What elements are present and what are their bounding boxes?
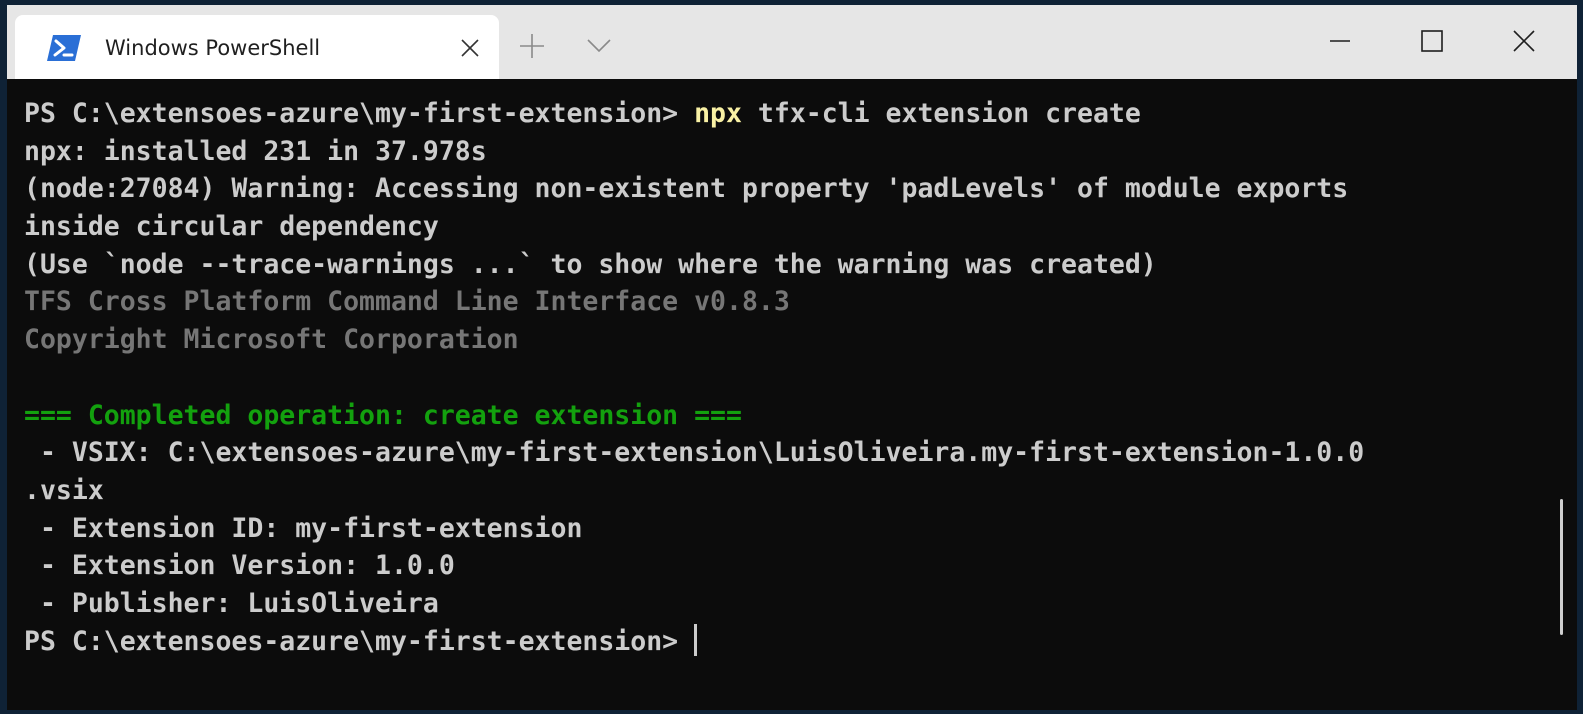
maximize-icon[interactable] bbox=[1410, 19, 1454, 63]
terminal-line: === Completed operation: create extensio… bbox=[24, 399, 742, 431]
terminal-line: (Use `node --trace-warnings ...` to show… bbox=[24, 248, 1157, 280]
terminal-line: .vsix bbox=[24, 474, 104, 506]
scrollbar[interactable] bbox=[1560, 499, 1563, 635]
command-name: npx bbox=[694, 98, 742, 129]
terminal-line: - VSIX: C:\extensoes-azure\my-first-exte… bbox=[24, 437, 1365, 469]
terminal-line: - Publisher: LuisOliveira bbox=[24, 587, 439, 619]
terminal-line: Copyright Microsoft Corporation bbox=[24, 324, 519, 356]
terminal-line: TFS Cross Platform Command Line Interfac… bbox=[24, 286, 790, 318]
chevron-down-icon[interactable] bbox=[585, 33, 613, 57]
tab-windows-powershell[interactable]: Windows PowerShell bbox=[15, 15, 499, 79]
terminal-text: PS C:\extensoes-azure\my-first-extension… bbox=[24, 95, 1364, 660]
terminal-output[interactable]: PS C:\extensoes-azure\my-first-extension… bbox=[7, 79, 1577, 710]
title-bar: Windows PowerShell bbox=[7, 5, 1577, 79]
terminal-line: (node:27084) Warning: Accessing non-exis… bbox=[24, 173, 1349, 205]
terminal-line: PS C:\extensoes-azure\my-first-extension… bbox=[24, 623, 1364, 661]
plus-icon[interactable] bbox=[517, 31, 547, 61]
text-cursor bbox=[694, 623, 698, 656]
close-icon[interactable] bbox=[459, 37, 481, 59]
terminal-line: - Extension ID: my-first-extension bbox=[24, 512, 583, 544]
prompt: PS C:\extensoes-azure\my-first-extension… bbox=[24, 98, 695, 129]
terminal-line: - Extension Version: 1.0.0 bbox=[24, 550, 455, 582]
terminal-line: npx: installed 231 in 37.978s bbox=[24, 135, 487, 167]
command-args: tfx-cli extension create bbox=[741, 98, 1141, 129]
terminal-line: inside circular dependency bbox=[24, 211, 439, 243]
terminal-window: Windows PowerShell PS C:\extensoes-azure… bbox=[0, 0, 1583, 714]
close-icon[interactable] bbox=[1502, 19, 1546, 63]
prompt: PS C:\extensoes-azure\my-first-extension… bbox=[24, 625, 695, 657]
powershell-icon bbox=[47, 35, 81, 61]
terminal-line: PS C:\extensoes-azure\my-first-extension… bbox=[24, 95, 1364, 133]
minimize-icon[interactable] bbox=[1318, 19, 1362, 63]
tab-title: Windows PowerShell bbox=[105, 36, 321, 60]
